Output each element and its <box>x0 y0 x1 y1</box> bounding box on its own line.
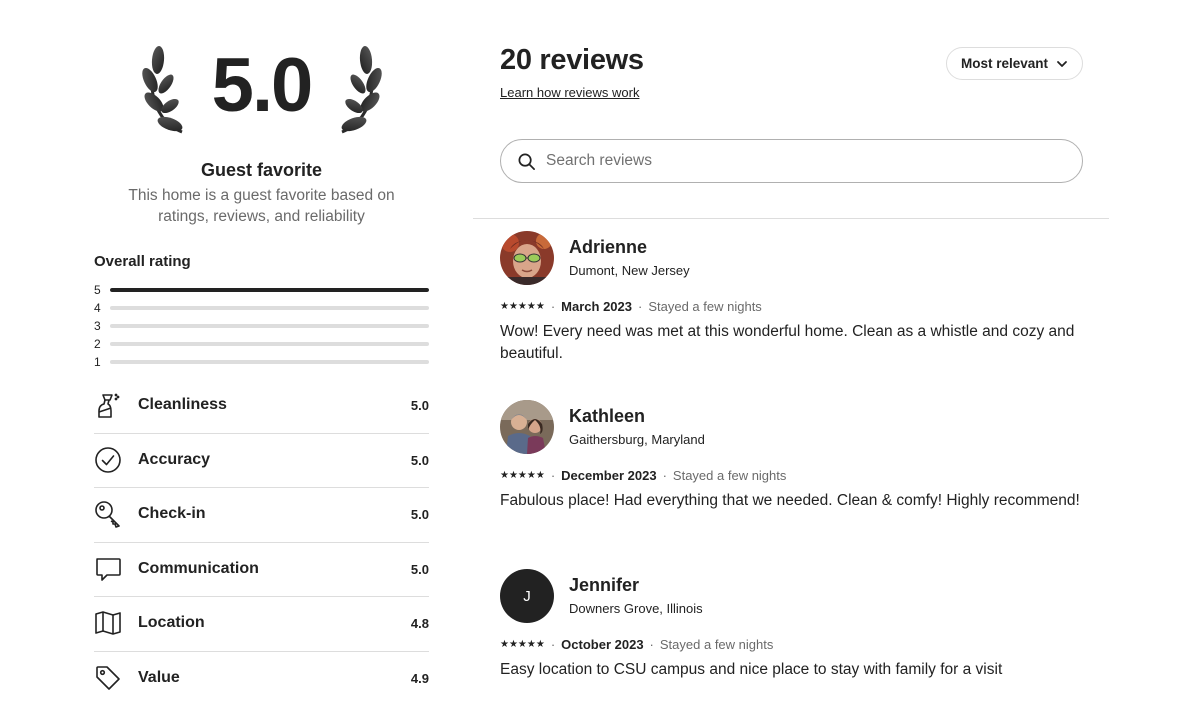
search-reviews-input[interactable] <box>546 152 1082 170</box>
rating-bar-track <box>110 324 429 328</box>
category-label: Value <box>138 668 180 686</box>
rating-distribution: 5 4 3 2 1 <box>94 282 429 372</box>
review-date: December 2023 <box>561 468 657 483</box>
map-icon <box>95 611 121 635</box>
review-stay: Stayed a few nights <box>672 468 787 483</box>
search-icon <box>518 153 535 170</box>
category-check-in: Check-in 5.0 <box>94 488 429 543</box>
spray-bottle-icon <box>98 393 120 418</box>
reviewer-location: Gaithersburg, Maryland <box>569 432 705 447</box>
category-accuracy: Accuracy 5.0 <box>94 434 429 488</box>
category-label: Cleanliness <box>138 396 227 413</box>
review-date: October 2023 <box>561 637 644 652</box>
category-value: 5.0 <box>410 561 429 577</box>
category-value: 4.9 <box>410 670 429 686</box>
reviewer-name: Jennifer <box>569 575 640 595</box>
rating-bar-label: 3 <box>94 319 101 333</box>
review-item: Adrienne Dumont, New Jersey ★★★★★ · Marc… <box>500 231 1100 371</box>
avatar: J <box>500 569 554 623</box>
price-tag-icon <box>96 665 120 690</box>
review-meta: ★★★★★ · March 2023 · Stayed a few nights <box>500 299 762 314</box>
search-reviews-field[interactable] <box>500 139 1083 183</box>
section-divider <box>473 218 1109 219</box>
review-stay: Stayed a few nights <box>659 637 774 652</box>
review-stars: ★★★★★ <box>500 639 545 650</box>
rating-bar-label: 4 <box>94 301 101 315</box>
rating-bar-label: 5 <box>94 283 101 297</box>
guest-favorite-badge: 5.0 <box>94 38 429 138</box>
separator-dot: · <box>550 299 556 314</box>
category-value: 5.0 <box>410 398 429 413</box>
rating-bar-fill <box>110 288 429 292</box>
rating-summary-panel: 5.0 Guest favorite This home is a guest … <box>94 0 429 720</box>
category-location: Location 4.8 <box>94 597 429 652</box>
overall-rating-title: Overall rating <box>94 253 191 270</box>
chevron-down-icon <box>1057 60 1067 67</box>
avatar-photo <box>500 400 554 454</box>
category-value: Value 4.9 <box>94 652 429 707</box>
category-value: 5.0 <box>410 452 429 468</box>
reviewer-name: Kathleen <box>569 406 646 426</box>
rating-bar-row: 3 <box>94 318 429 336</box>
review-item: J Jennifer Downers Grove, Illinois ★★★★★… <box>500 569 1100 689</box>
category-cleanliness: Cleanliness 5.0 <box>94 379 429 434</box>
key-icon <box>95 501 120 528</box>
review-meta: ★★★★★ · October 2023 · Stayed a few nigh… <box>500 637 773 652</box>
rating-bar-track <box>110 360 429 364</box>
reviewer-location: Downers Grove, Illinois <box>569 601 703 616</box>
review-meta: ★★★★★ · December 2023 · Stayed a few nig… <box>500 468 786 483</box>
category-label: Location <box>138 614 205 631</box>
rating-bar-row: 2 <box>94 336 429 354</box>
rating-bar-track <box>110 342 429 346</box>
guest-favorite-description: This home is a guest favorite based on r… <box>128 187 395 225</box>
category-ratings: Cleanliness 5.0 Accuracy 5.0 Check-in 5.… <box>94 379 429 706</box>
sort-dropdown[interactable]: Most relevant <box>946 47 1083 80</box>
rating-bar-label: 2 <box>94 337 101 351</box>
category-label: Accuracy <box>138 450 211 468</box>
separator-dot: · <box>638 299 643 314</box>
guest-favorite-title: Guest favorite <box>200 160 323 180</box>
avatar <box>500 231 554 285</box>
rating-bar-track <box>110 306 429 310</box>
rating-bar-track <box>110 288 429 292</box>
laurel-right-icon <box>341 46 382 134</box>
category-label: Communication <box>138 559 259 577</box>
reviewer-name: Adrienne <box>569 237 648 257</box>
rating-bar-row: 5 <box>94 282 429 300</box>
review-text: Easy location to CSU campus and nice pla… <box>500 661 1003 678</box>
review-stars: ★★★★★ <box>500 301 545 312</box>
rating-bar-row: 4 <box>94 300 429 318</box>
avatar <box>500 400 554 454</box>
review-stay: Stayed a few nights <box>648 299 762 314</box>
separator-dot: · <box>662 468 667 483</box>
chat-bubble-icon <box>96 557 121 581</box>
review-date: March 2023 <box>561 299 632 314</box>
category-value: 4.8 <box>410 616 429 631</box>
separator-dot: · <box>550 468 556 483</box>
review-text: Fabulous place! Had everything that we n… <box>500 492 1080 509</box>
separator-dot: · <box>649 637 654 652</box>
category-value: 5.0 <box>410 507 429 522</box>
reviewer-location: Dumont, New Jersey <box>569 263 690 278</box>
category-communication: Communication 5.0 <box>94 543 429 597</box>
learn-how-reviews-work-link[interactable]: Learn how reviews work <box>500 85 639 100</box>
review-text: Wow! Every need was met at this wonderfu… <box>500 323 1075 362</box>
check-circle-icon <box>95 446 121 473</box>
review-item: Kathleen Gaithersburg, Maryland ★★★★★ · … <box>500 400 1100 540</box>
avatar-photo <box>500 231 554 285</box>
review-stars: ★★★★★ <box>500 470 545 481</box>
reviews-count-heading: 20 reviews <box>500 44 644 76</box>
sort-label: Most relevant <box>960 56 1049 71</box>
rating-bar-row: 1 <box>94 354 429 372</box>
category-label: Check-in <box>138 505 206 522</box>
rating-bar-label: 1 <box>94 355 101 369</box>
separator-dot: · <box>550 637 556 652</box>
